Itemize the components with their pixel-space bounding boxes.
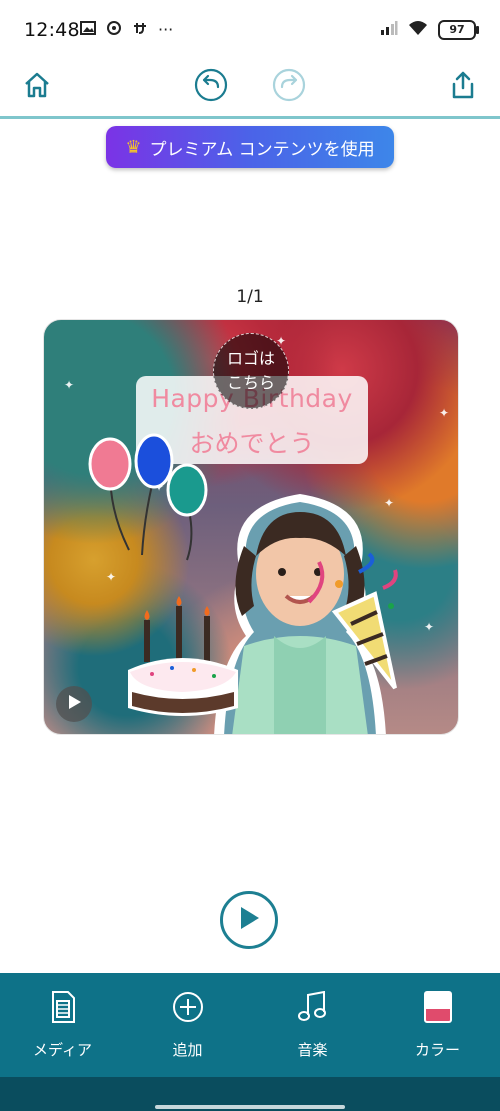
page-indicator: 1/1 [236,287,264,307]
status-system-icons: 97 [380,20,479,40]
target-icon [106,20,122,40]
nav-media[interactable]: メディア [0,973,125,1077]
play-icon [65,693,83,715]
bottom-navigation: メディア 追加 音楽 カラー [0,973,500,1077]
logo-placeholder[interactable]: ロゴは こちら [213,333,289,409]
video-preview-canvas[interactable]: ✦ ✦ ✦ ✦ ✦ ✦ ✦ Happy Birthday おめでとう ロゴは こ… [43,319,459,735]
gallery-icon [80,20,96,40]
birthday-cake-sticker[interactable] [122,596,244,726]
nav-add-label: 追加 [172,1041,203,1059]
nav-add[interactable]: 追加 [125,973,250,1077]
film-icon [0,989,125,1025]
nav-media-label: メディア [33,1041,92,1059]
toolbar-divider [0,116,500,119]
battery-indicator: 97 [438,20,479,40]
add-circle-icon [125,989,250,1025]
preview-play-button[interactable] [56,686,92,722]
nav-music[interactable]: 音楽 [250,973,375,1077]
premium-label: プレミアム コンテンツを使用 [149,139,375,160]
premium-content-button[interactable]: ♛ プレミアム コンテンツを使用 [106,126,394,168]
status-notification-icons: ··· [80,20,173,40]
home-button[interactable] [14,64,60,110]
gesture-handle[interactable] [155,1105,345,1109]
more-icon: ··· [158,20,174,39]
status-bar: 12:48 ··· 97 [0,0,500,62]
music-note-icon [250,989,375,1025]
undo-button[interactable] [188,64,234,110]
nav-color[interactable]: カラー [375,973,500,1077]
play-button[interactable] [220,891,278,949]
wifi-icon [408,20,428,40]
undo-icon [194,68,228,106]
logo-placeholder-label: ロゴは こちら [226,349,275,392]
nav-music-label: 音楽 [297,1041,328,1059]
status-time: 12:48 [24,19,80,41]
balloons-sticker[interactable] [84,430,214,570]
home-icon [23,71,51,103]
share-button[interactable] [440,64,486,110]
signal-icon [380,20,398,40]
editor-toolbar [0,62,500,116]
color-swatch-icon [375,989,500,1025]
party-popper-sticker[interactable] [299,552,409,692]
share-icon [449,70,477,104]
custom-app-icon [132,20,148,40]
redo-icon [272,68,306,106]
nav-color-label: カラー [414,1041,460,1059]
crown-icon: ♛ [125,136,142,158]
redo-button[interactable] [266,64,312,110]
play-icon [236,904,262,936]
